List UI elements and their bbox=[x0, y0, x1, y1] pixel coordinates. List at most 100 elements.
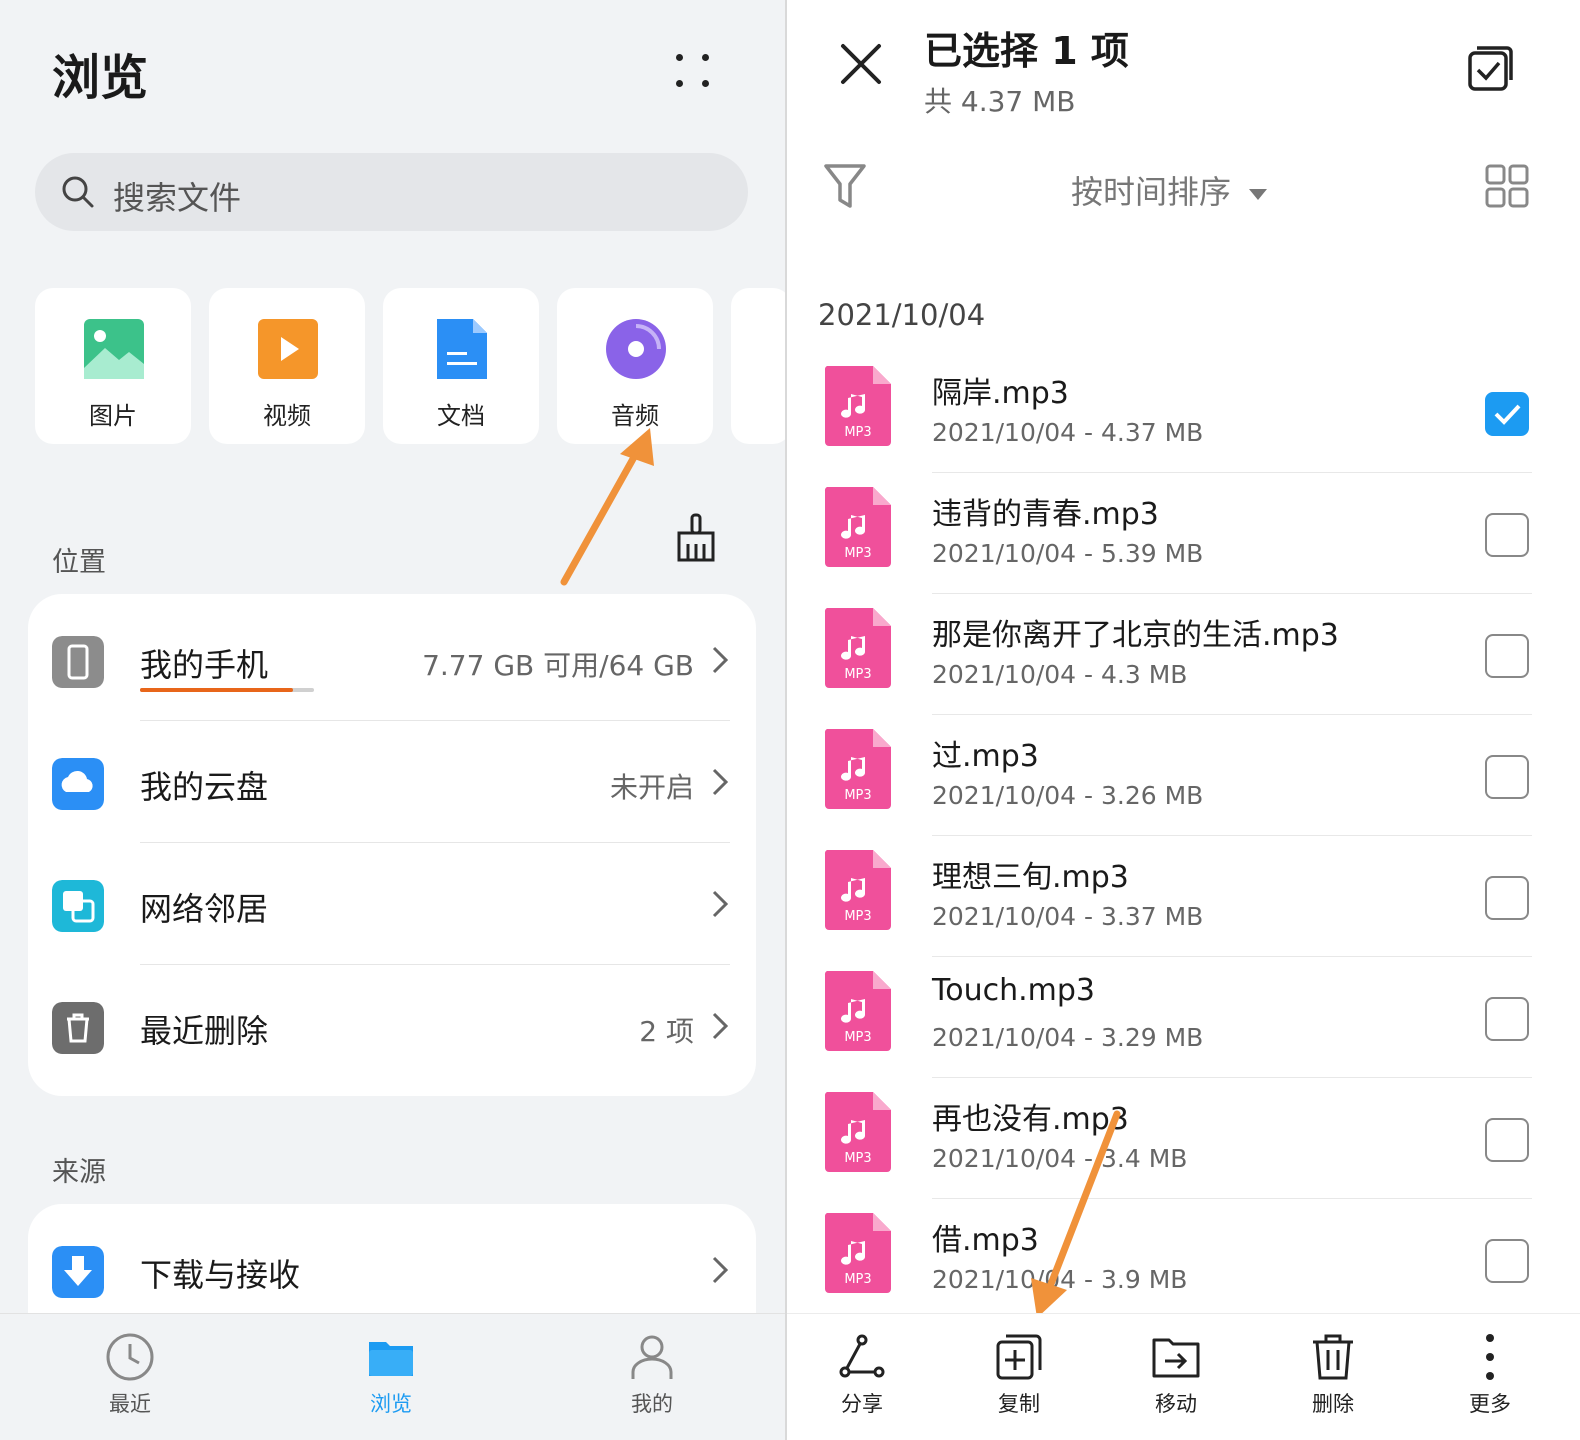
nav-label: 最近 bbox=[109, 1392, 151, 1416]
document-icon bbox=[437, 319, 487, 379]
folder-icon bbox=[369, 1342, 413, 1376]
location-name: 我的手机 bbox=[140, 646, 269, 684]
search-icon bbox=[62, 176, 94, 208]
file-meta: 2021/10/04 - 3.26 MB bbox=[932, 781, 1204, 810]
select-all-icon[interactable] bbox=[1467, 44, 1515, 92]
category-label: 视频 bbox=[263, 402, 311, 430]
phone-icon bbox=[52, 636, 104, 688]
mp3-file-icon: MP3 bbox=[824, 366, 891, 446]
more-button[interactable]: 更多 bbox=[1430, 1332, 1550, 1418]
nav-recent[interactable]: 最近 bbox=[70, 1332, 190, 1418]
file-row[interactable]: MP3 违背的青春.mp3 2021/10/04 - 5.39 MB bbox=[787, 473, 1580, 594]
move-button[interactable]: 移动 bbox=[1116, 1332, 1236, 1418]
chevron-right-icon bbox=[712, 768, 728, 796]
file-meta: 2021/10/04 - 4.3 MB bbox=[932, 660, 1188, 689]
location-row-network[interactable]: 网络邻居 bbox=[28, 844, 756, 965]
file-checkbox[interactable] bbox=[1485, 392, 1529, 436]
mp3-file-icon: MP3 bbox=[824, 971, 891, 1051]
share-button[interactable]: 分享 bbox=[802, 1332, 922, 1418]
search-input[interactable]: 搜索文件 bbox=[113, 173, 241, 219]
file-checkbox[interactable] bbox=[1485, 876, 1529, 920]
file-checkbox[interactable] bbox=[1485, 997, 1529, 1041]
file-name: 那是你离开了北京的生活.mp3 bbox=[932, 618, 1339, 653]
nav-label: 浏览 bbox=[370, 1392, 412, 1416]
clock-icon bbox=[106, 1333, 154, 1381]
nav-label: 我的 bbox=[631, 1392, 673, 1416]
mp3-badge: MP3 bbox=[844, 667, 871, 682]
location-name: 最近删除 bbox=[140, 1012, 269, 1050]
file-checkbox[interactable] bbox=[1485, 513, 1529, 557]
date-group-header: 2021/10/04 bbox=[818, 298, 986, 332]
location-row-cloud[interactable]: 我的云盘 未开启 bbox=[28, 722, 756, 843]
trash-icon bbox=[52, 1002, 104, 1054]
location-row-my-phone[interactable]: 我的手机 7.77 GB 可用/64 GB bbox=[28, 600, 756, 721]
browse-panel: 浏览 搜索文件 图片 视频 文档 音频 位置 我的手机 7.77 GB 可用/6… bbox=[0, 0, 785, 1440]
audio-icon bbox=[606, 319, 666, 379]
file-row[interactable]: MP3 借.mp3 2021/10/04 - 3.9 MB bbox=[787, 1199, 1580, 1320]
chevron-right-icon bbox=[712, 890, 728, 918]
close-icon[interactable] bbox=[839, 42, 883, 86]
download-icon bbox=[52, 1246, 104, 1298]
network-icon bbox=[52, 880, 104, 932]
category-images[interactable]: 图片 bbox=[35, 288, 191, 444]
move-icon bbox=[1152, 1338, 1200, 1378]
sort-dropdown[interactable]: 按时间排序 bbox=[1071, 167, 1268, 213]
annotation-arrow-audio bbox=[560, 428, 654, 586]
category-documents[interactable]: 文档 bbox=[383, 288, 539, 444]
annotation-arrow-copy bbox=[1031, 1110, 1121, 1318]
category-videos[interactable]: 视频 bbox=[209, 288, 365, 444]
location-name: 我的云盘 bbox=[140, 768, 269, 806]
file-meta: 2021/10/04 - 5.39 MB bbox=[932, 539, 1204, 568]
file-row[interactable]: MP3 理想三旬.mp3 2021/10/04 - 3.37 MB bbox=[787, 836, 1580, 957]
chevron-right-icon bbox=[712, 1012, 728, 1040]
selection-panel: 已选择 1 项 共 4.37 MB 按时间排序 2021/10/04 MP3 隔岸… bbox=[787, 0, 1580, 1440]
mp3-badge: MP3 bbox=[844, 425, 871, 440]
category-more[interactable] bbox=[731, 288, 785, 444]
search-bar[interactable]: 搜索文件 bbox=[35, 153, 748, 231]
file-meta: 2021/10/04 - 4.37 MB bbox=[932, 418, 1204, 447]
copy-icon bbox=[996, 1334, 1042, 1380]
cleanup-icon[interactable] bbox=[672, 512, 720, 564]
delete-button[interactable]: 删除 bbox=[1273, 1332, 1393, 1418]
location-value: 7.77 GB 可用/64 GB bbox=[422, 649, 694, 682]
mp3-file-icon: MP3 bbox=[824, 487, 891, 567]
selection-title: 已选择 1 项 bbox=[924, 29, 1129, 73]
file-checkbox[interactable] bbox=[1485, 1239, 1529, 1283]
section-header-location: 位置 bbox=[52, 547, 106, 578]
file-row[interactable]: MP3 隔岸.mp3 2021/10/04 - 4.37 MB bbox=[787, 352, 1580, 473]
mp3-file-icon: MP3 bbox=[824, 850, 891, 930]
storage-bar bbox=[140, 688, 314, 692]
location-name: 网络邻居 bbox=[140, 890, 269, 928]
more-options-icon[interactable] bbox=[672, 50, 714, 92]
mp3-badge: MP3 bbox=[844, 909, 871, 924]
storage-bar-fill bbox=[140, 688, 294, 692]
section-header-source: 来源 bbox=[52, 1157, 106, 1188]
mp3-badge: MP3 bbox=[844, 1151, 871, 1166]
grid-view-icon[interactable] bbox=[1485, 164, 1529, 208]
bottom-navigation: 最近 浏览 我的 bbox=[0, 1313, 785, 1440]
file-checkbox[interactable] bbox=[1485, 755, 1529, 799]
file-row[interactable]: MP3 再也没有.mp3 2021/10/04 - 3.4 MB bbox=[787, 1078, 1580, 1199]
cloud-icon bbox=[52, 758, 104, 810]
file-name: 理想三旬.mp3 bbox=[932, 860, 1129, 895]
nav-browse[interactable]: 浏览 bbox=[331, 1332, 451, 1418]
mp3-file-icon: MP3 bbox=[824, 608, 891, 688]
mp3-file-icon: MP3 bbox=[824, 729, 891, 809]
file-row[interactable]: MP3 Touch.mp3 2021/10/04 - 3.29 MB bbox=[787, 957, 1580, 1078]
filter-icon[interactable] bbox=[823, 162, 867, 210]
video-icon bbox=[258, 319, 318, 379]
mp3-badge: MP3 bbox=[844, 546, 871, 561]
file-row[interactable]: MP3 过.mp3 2021/10/04 - 3.26 MB bbox=[787, 715, 1580, 836]
mp3-file-icon: MP3 bbox=[824, 1213, 891, 1293]
mp3-badge: MP3 bbox=[844, 788, 871, 803]
image-icon bbox=[84, 319, 144, 379]
selection-size: 共 4.37 MB bbox=[924, 85, 1076, 118]
nav-mine[interactable]: 我的 bbox=[592, 1332, 712, 1418]
mp3-badge: MP3 bbox=[844, 1030, 871, 1045]
location-row-recently-deleted[interactable]: 最近删除 2 项 bbox=[28, 966, 756, 1087]
file-checkbox[interactable] bbox=[1485, 1118, 1529, 1162]
copy-button[interactable]: 复制 bbox=[959, 1332, 1079, 1418]
file-row[interactable]: MP3 那是你离开了北京的生活.mp3 2021/10/04 - 4.3 MB bbox=[787, 594, 1580, 715]
toolbar-label: 移动 bbox=[1155, 1392, 1197, 1416]
file-checkbox[interactable] bbox=[1485, 634, 1529, 678]
